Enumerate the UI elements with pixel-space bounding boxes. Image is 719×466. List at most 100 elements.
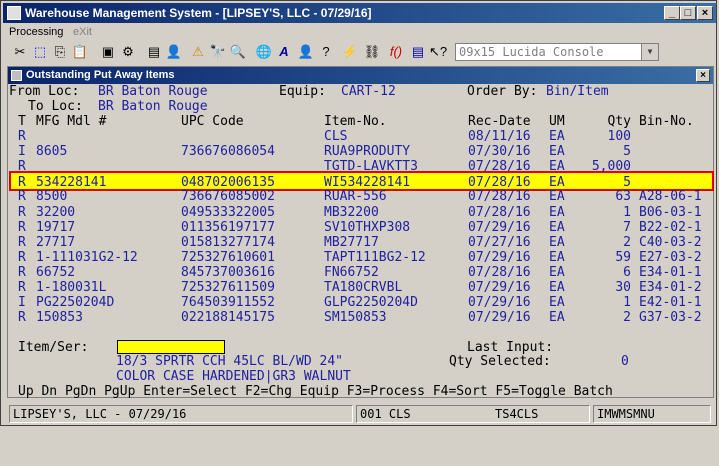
cell-um: EA: [549, 265, 565, 280]
col-header-um: UM: [549, 114, 565, 129]
cell-item: RUAR-556: [324, 189, 387, 204]
list-icon[interactable]: ▤: [409, 43, 427, 61]
copy-icon[interactable]: ⎘: [51, 43, 69, 61]
cell-qty: 5,000: [591, 159, 631, 174]
cell-t: R: [18, 310, 26, 325]
settings-icon[interactable]: ⚙: [119, 43, 137, 61]
cell-qty: 30: [615, 280, 631, 295]
cell-um: EA: [549, 220, 565, 235]
cell-bin: B06-03-1: [639, 205, 702, 220]
cell-bin: E34-01-2: [639, 280, 702, 295]
equip-value: CART-12: [341, 84, 396, 99]
cell-t: R: [18, 129, 26, 144]
cell-item: GLPG2250204D: [324, 295, 418, 310]
to-loc-value: BR Baton Rouge: [98, 99, 208, 114]
cell-upc: 845737003616: [181, 265, 275, 280]
from-loc-label: From Loc:: [9, 84, 80, 99]
cell-t: R: [18, 159, 26, 174]
search-icon[interactable]: 🔍: [229, 43, 247, 61]
select-icon[interactable]: ⬚: [31, 43, 49, 61]
cell-item: TAPT111BG2-12: [324, 250, 426, 265]
cell-qty: 5: [623, 175, 631, 190]
cell-item: SV10THXP308: [324, 220, 411, 235]
window-icon[interactable]: ▣: [99, 43, 117, 61]
item-ser-input[interactable]: [117, 340, 225, 354]
menu-processing[interactable]: Processing: [9, 26, 63, 38]
item-ser-label: Item/Ser:: [18, 340, 89, 355]
cell-um: EA: [549, 175, 565, 190]
last-input-label: Last Input:: [467, 340, 554, 355]
cell-rec: 07/27/16: [468, 235, 531, 250]
maximize-button[interactable]: □: [680, 6, 696, 20]
globe-icon[interactable]: 🌐: [255, 43, 273, 61]
title-bar[interactable]: Warehouse Management System - [LIPSEY'S,…: [3, 3, 716, 23]
window-title: Warehouse Management System - [LIPSEY'S,…: [25, 6, 372, 20]
cell-rec: 07/28/16: [468, 265, 531, 280]
lightning-icon[interactable]: ⚡: [341, 43, 359, 61]
status-term-text: TS4CLS: [495, 407, 539, 421]
cell-upc: 048702006135: [181, 175, 275, 190]
cell-t: R: [18, 250, 26, 265]
cell-qty: 7: [623, 220, 631, 235]
item-description-1: 18/3 SPRTR CCH 45LC BL/WD 24": [116, 354, 343, 369]
person-icon[interactable]: 👤: [297, 43, 315, 61]
cell-rec: 07/29/16: [468, 280, 531, 295]
cell-mfg: 8500: [36, 189, 68, 204]
cell-um: EA: [549, 189, 565, 204]
qty-selected-value: 0: [621, 354, 629, 369]
close-button[interactable]: ×: [697, 6, 713, 20]
status-company: LIPSEY'S, LLC - 07/29/16: [9, 405, 353, 423]
cell-t: R: [18, 220, 26, 235]
app-window: Warehouse Management System - [LIPSEY'S,…: [0, 0, 717, 426]
from-loc-value: BR Baton Rouge: [98, 84, 208, 99]
cell-t: I: [18, 295, 26, 310]
cell-qty: 2: [623, 235, 631, 250]
function-icon[interactable]: f(): [387, 43, 405, 61]
panel-close-button[interactable]: ×: [696, 69, 710, 82]
cell-qty: 63: [615, 189, 631, 204]
cell-bin: E42-01-1: [639, 295, 702, 310]
paste-icon[interactable]: 📋: [71, 43, 89, 61]
chevron-down-icon[interactable]: ▼: [641, 44, 658, 60]
document-icon[interactable]: ▤: [145, 43, 163, 61]
cell-mfg: 1-180031L: [36, 280, 107, 295]
users-icon[interactable]: 👤: [165, 43, 183, 61]
status-prog-text: IMWMSMNU: [597, 407, 655, 421]
help-book-icon[interactable]: ?: [317, 43, 335, 61]
cell-upc: 736676086054: [181, 144, 275, 159]
cell-rec: 07/29/16: [468, 310, 531, 325]
equip-label: Equip:: [279, 84, 326, 99]
cell-rec: 07/28/16: [468, 189, 531, 204]
font-icon[interactable]: A: [275, 43, 293, 61]
cell-qty: 1: [623, 205, 631, 220]
cell-mfg: 534228141: [36, 175, 107, 190]
app-icon: [7, 6, 21, 20]
cell-qty: 2: [623, 310, 631, 325]
col-header-t: T: [18, 114, 26, 129]
link-icon[interactable]: ⛓: [363, 43, 381, 61]
cell-item: MB32200: [324, 205, 379, 220]
cell-t: R: [18, 175, 26, 190]
cell-bin: E27-03-2: [639, 250, 702, 265]
order-by-label: Order By:: [467, 84, 538, 99]
context-help-icon[interactable]: ↖?: [429, 43, 447, 61]
panel-title-bar: Outstanding Put Away Items ×: [8, 67, 713, 84]
minimize-button[interactable]: _: [664, 6, 680, 20]
cell-mfg: PG2250204D: [36, 295, 115, 310]
cell-qty: 5: [623, 144, 631, 159]
font-select[interactable]: 09x15 Lucida Console ▼: [455, 43, 659, 61]
cell-um: EA: [549, 280, 565, 295]
cell-rec: 07/30/16: [468, 144, 531, 159]
col-header-bin: Bin-No.: [639, 114, 694, 129]
cell-qty: 6: [623, 265, 631, 280]
cell-qty: 100: [607, 129, 631, 144]
menu-exit[interactable]: eXit: [73, 26, 92, 38]
cell-t: R: [18, 205, 26, 220]
status-company-text: LIPSEY'S, LLC - 07/29/16: [13, 407, 187, 421]
binoculars-icon[interactable]: 🔭: [209, 43, 227, 61]
cell-upc: 049533322005: [181, 205, 275, 220]
status-location: 001 CLS TS4CLS: [356, 405, 590, 423]
cell-qty: 1: [623, 295, 631, 310]
cut-icon[interactable]: ✂: [11, 43, 29, 61]
warning-icon[interactable]: ⚠: [189, 43, 207, 61]
